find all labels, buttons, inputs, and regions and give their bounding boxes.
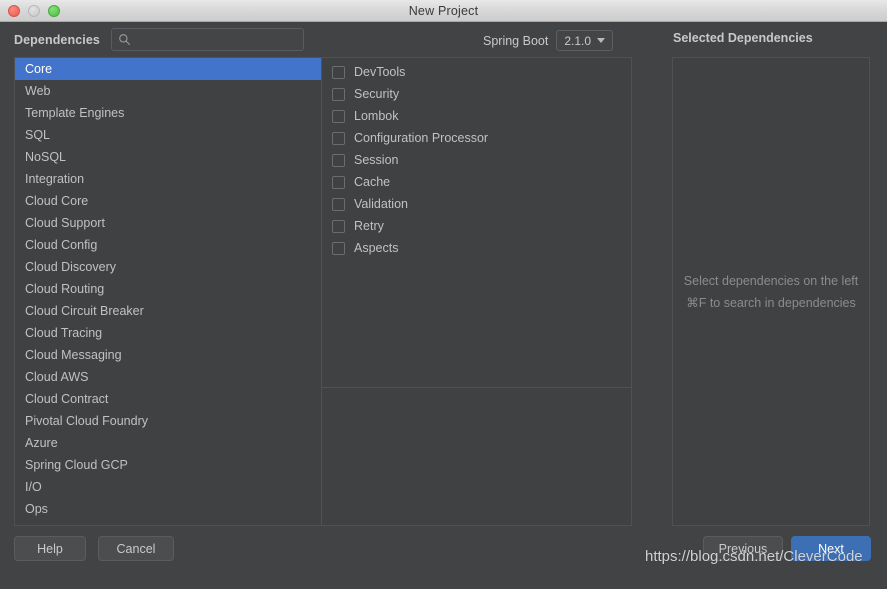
category-item-label: SQL [25,128,51,142]
search-box[interactable] [110,28,304,51]
category-item[interactable]: Cloud Discovery [15,256,321,278]
dependency-panel: DevTools Security Lombok Configuration Proc… [322,57,632,526]
dependencies-label: Dependencies [14,32,100,47]
spring-boot-version-value: 2.1.0 [564,33,592,48]
footer-bar: Help Cancel Previous Next https://blog.c… [0,526,887,589]
dependency-label: Aspects [354,241,399,255]
category-item-label: NoSQL [25,150,66,164]
search-icon [119,34,130,45]
category-item-label: Template Engines [25,106,125,120]
selected-dependencies-panel[interactable]: Select dependencies on the left ⌘F to se… [672,57,870,526]
category-item[interactable]: Pivotal Cloud Foundry [15,410,321,432]
category-item[interactable]: Cloud Contract [15,388,321,410]
category-list[interactable]: Core Web Template Engines SQL NoSQL Integrati… [14,57,322,526]
category-item-label: Ops [25,502,48,516]
dependency-label: Security [354,87,400,101]
dependency-row[interactable]: Cache [322,171,631,193]
dependency-checkbox[interactable] [332,65,345,79]
dependency-description-area [322,388,631,525]
category-item-label: Cloud Contract [25,392,109,406]
selected-dependencies-hint: Select dependencies on the left ⌘F to se… [673,58,869,525]
dependency-label: Cache [354,175,391,189]
category-item-label: Cloud Circuit Breaker [25,304,144,318]
dependency-label: DevTools [354,65,406,79]
dependency-checkbox[interactable] [332,219,345,233]
dependency-label: Lombok [354,109,399,123]
dependency-row[interactable]: Security [322,83,631,105]
dependency-row[interactable]: Configuration Processor [322,127,631,149]
category-item[interactable]: Cloud Tracing [15,322,321,344]
category-item[interactable]: Integration [15,168,321,190]
category-item-label: Cloud Config [25,238,98,252]
next-button[interactable]: Next [791,536,871,561]
title-bar: New Project [0,0,887,22]
new-project-dialog: New Project Dependencies Spring Boot 2.1… [0,0,887,589]
category-item-label: Azure [25,436,58,450]
category-item-label: Integration [25,172,85,186]
selected-dependencies-title: Selected Dependencies [673,31,813,45]
category-item-label: Spring Cloud GCP [25,458,128,472]
dependency-checkbox[interactable] [332,175,345,189]
category-item[interactable]: Spring Cloud GCP [15,454,321,476]
dependency-checkbox[interactable] [332,241,345,255]
hint-line-primary: Select dependencies on the left [683,273,859,288]
dependency-row[interactable]: Aspects [322,237,631,259]
dependency-row[interactable]: Session [322,149,631,171]
dialog-body: Core Web Template Engines SQL NoSQL Integrati… [0,57,887,526]
dependency-checkbox[interactable] [332,87,345,101]
dependency-row[interactable]: DevTools [322,61,631,83]
category-item[interactable]: Cloud Messaging [15,344,321,366]
category-item-label: Cloud Messaging [25,348,122,362]
hint-line-secondary: ⌘F to search in dependencies [686,295,856,310]
dependency-checkbox[interactable] [332,109,345,123]
category-item[interactable]: Template Engines [15,102,321,124]
help-button[interactable]: Help [14,536,86,561]
spring-boot-label: Spring Boot [483,33,549,48]
category-item[interactable]: NoSQL [15,146,321,168]
category-item[interactable]: Ops [15,498,321,520]
category-item-label: Core [25,62,53,76]
category-item-label: Cloud Tracing [25,326,103,340]
category-item[interactable]: Cloud Circuit Breaker [15,300,321,322]
category-item-label: I/O [25,480,42,494]
category-item-label: Cloud Support [25,216,105,230]
dependency-row[interactable]: Lombok [322,105,631,127]
category-item[interactable]: Cloud Routing [15,278,321,300]
category-item-label: Cloud Routing [25,282,105,296]
category-item[interactable]: Cloud Config [15,234,321,256]
category-item[interactable]: Cloud Core [15,190,321,212]
category-item-label: Cloud Core [25,194,89,208]
dependency-label: Session [354,153,399,167]
spring-boot-version-select[interactable]: 2.1.0 [556,30,614,51]
dependency-label: Validation [354,197,408,211]
dependency-checkbox[interactable] [332,153,345,167]
chevron-down-icon [597,38,606,43]
window-title: New Project [408,3,479,18]
dependency-list[interactable]: DevTools Security Lombok Configuration Proc… [322,58,631,388]
category-item[interactable]: Core [15,58,321,80]
category-item[interactable]: SQL [15,124,321,146]
dependency-checkbox[interactable] [332,131,345,145]
category-item[interactable]: Web [15,80,321,102]
category-item[interactable]: I/O [15,476,321,498]
dependency-row[interactable]: Retry [322,215,631,237]
dependency-label: Configuration Processor [354,131,489,145]
spring-boot-version-group: Spring Boot 2.1.0 [483,30,614,51]
dependency-row[interactable]: Validation [322,193,631,215]
dependency-checkbox[interactable] [332,197,345,211]
category-item[interactable]: Azure [15,432,321,454]
category-item[interactable]: Cloud Support [15,212,321,234]
header-bar: Dependencies Spring Boot 2.1.0 Selected … [0,22,887,57]
category-item[interactable]: Cloud AWS [15,366,321,388]
search-input[interactable] [130,32,297,47]
dependency-label: Retry [354,219,384,233]
category-item-label: Pivotal Cloud Foundry [25,414,148,428]
category-item-label: Web [25,84,51,98]
category-item-label: Cloud AWS [25,370,89,384]
category-item-label: Cloud Discovery [25,260,117,274]
cancel-button[interactable]: Cancel [98,536,174,561]
previous-button[interactable]: Previous [703,536,783,561]
